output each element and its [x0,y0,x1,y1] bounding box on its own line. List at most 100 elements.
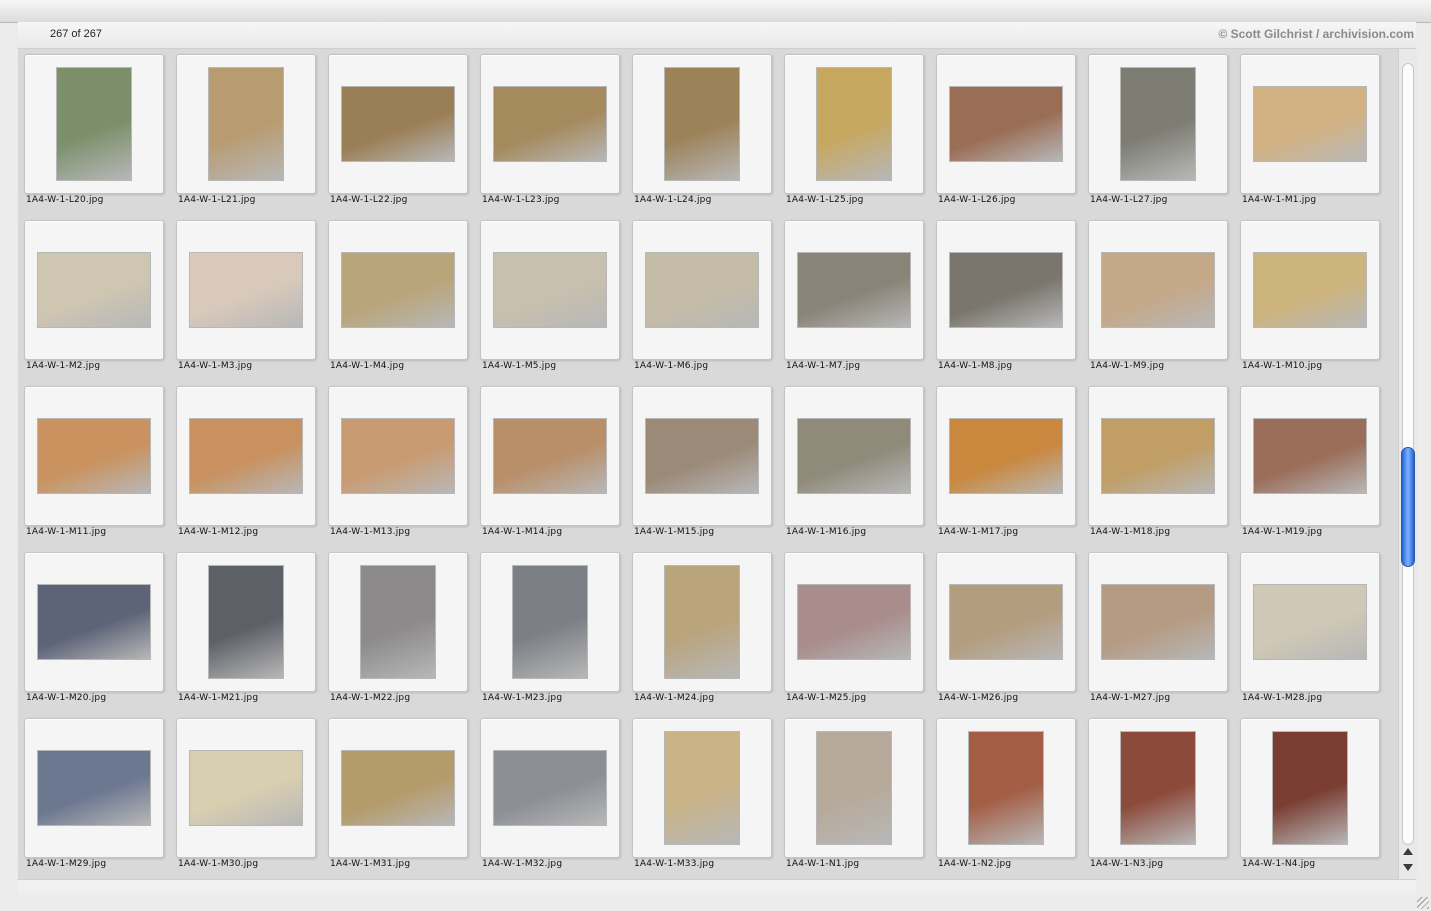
thumbnail-frame[interactable] [632,552,772,692]
thumbnail-image[interactable] [513,566,587,678]
thumbnail-image[interactable] [817,68,891,180]
thumbnail-frame[interactable] [24,718,164,858]
thumbnail-image[interactable] [494,253,606,327]
thumbnail-cell[interactable]: 1A4-W-1-L21.jpg [170,49,322,215]
thumbnail-cell[interactable]: 1A4-W-1-M9.jpg [1082,215,1234,381]
thumbnail-cell[interactable]: 1A4-W-1-N2.jpg [930,713,1082,879]
thumbnail-cell[interactable]: 1A4-W-1-M3.jpg [170,215,322,381]
thumbnail-frame[interactable] [936,54,1076,194]
thumbnail-image[interactable] [798,253,910,327]
thumbnail-image[interactable] [1254,585,1366,659]
scroll-up-icon[interactable] [1403,848,1413,855]
thumbnail-cell[interactable]: 1A4-W-1-M6.jpg [626,215,778,381]
thumbnail-cell[interactable]: 1A4-W-1-M20.jpg [18,547,170,713]
thumbnail-frame[interactable] [480,718,620,858]
thumbnail-cell[interactable]: 1A4-W-1-L22.jpg [322,49,474,215]
thumbnail-cell[interactable]: 1A4-W-1-M26.jpg [930,547,1082,713]
scroll-thumb[interactable] [1401,447,1415,567]
thumbnail-cell[interactable]: 1A4-W-1-M17.jpg [930,381,1082,547]
thumbnail-image[interactable] [1121,732,1195,844]
thumbnail-image[interactable] [342,253,454,327]
thumbnail-cell[interactable]: 1A4-W-1-M24.jpg [626,547,778,713]
thumbnail-image[interactable] [494,751,606,825]
thumbnail-cell[interactable]: 1A4-W-1-L20.jpg [18,49,170,215]
thumbnail-frame[interactable] [24,386,164,526]
thumbnail-frame[interactable] [328,54,468,194]
thumbnail-image[interactable] [342,751,454,825]
thumbnail-image[interactable] [494,419,606,493]
thumbnail-frame[interactable] [1088,54,1228,194]
thumbnail-image[interactable] [1102,585,1214,659]
thumbnail-cell[interactable]: 1A4-W-1-M29.jpg [18,713,170,879]
thumbnail-cell[interactable]: 1A4-W-1-M18.jpg [1082,381,1234,547]
thumbnail-frame[interactable] [480,54,620,194]
thumbnail-cell[interactable]: 1A4-W-1-M23.jpg [474,547,626,713]
thumbnail-image[interactable] [209,566,283,678]
thumbnail-cell[interactable]: 1A4-W-1-M8.jpg [930,215,1082,381]
thumbnail-frame[interactable] [1240,386,1380,526]
thumbnail-image[interactable] [57,68,131,180]
thumbnail-frame[interactable] [328,220,468,360]
thumbnail-frame[interactable] [176,386,316,526]
thumbnail-frame[interactable] [176,220,316,360]
thumbnail-frame[interactable] [1088,718,1228,858]
thumbnail-cell[interactable]: 1A4-W-1-M32.jpg [474,713,626,879]
thumbnail-frame[interactable] [1240,552,1380,692]
thumbnail-frame[interactable] [1088,552,1228,692]
thumbnail-image[interactable] [342,419,454,493]
thumbnail-image[interactable] [361,566,435,678]
thumbnail-frame[interactable] [1240,54,1380,194]
thumbnail-image[interactable] [38,253,150,327]
thumbnail-frame[interactable] [328,386,468,526]
thumbnail-frame[interactable] [1088,220,1228,360]
thumbnail-cell[interactable]: 1A4-W-1-M13.jpg [322,381,474,547]
thumbnail-frame[interactable] [784,386,924,526]
thumbnail-image[interactable] [1273,732,1347,844]
thumbnail-cell[interactable]: 1A4-W-1-M11.jpg [18,381,170,547]
thumbnail-cell[interactable]: 1A4-W-1-M12.jpg [170,381,322,547]
thumbnail-cell[interactable]: 1A4-W-1-N4.jpg [1234,713,1386,879]
thumbnail-frame[interactable] [176,718,316,858]
thumbnail-image[interactable] [1102,253,1214,327]
thumbnail-image[interactable] [646,419,758,493]
thumbnail-frame[interactable] [328,718,468,858]
thumbnail-cell[interactable]: 1A4-W-1-M4.jpg [322,215,474,381]
thumbnail-image[interactable] [798,419,910,493]
thumbnail-frame[interactable] [936,386,1076,526]
resize-handle-icon[interactable] [1417,897,1429,909]
thumbnail-cell[interactable]: 1A4-W-1-M7.jpg [778,215,930,381]
thumbnail-image[interactable] [209,68,283,180]
thumbnail-cell[interactable]: 1A4-W-1-L25.jpg [778,49,930,215]
thumbnail-frame[interactable] [632,718,772,858]
thumbnail-image[interactable] [665,732,739,844]
thumbnail-image[interactable] [1254,87,1366,161]
thumbnail-frame[interactable] [784,220,924,360]
thumbnail-frame[interactable] [1088,386,1228,526]
thumbnail-frame[interactable] [936,552,1076,692]
thumbnail-image[interactable] [1102,419,1214,493]
thumbnail-image[interactable] [646,253,758,327]
thumbnail-image[interactable] [950,253,1062,327]
thumbnail-image[interactable] [342,87,454,161]
thumbnail-cell[interactable]: 1A4-W-1-M33.jpg [626,713,778,879]
thumbnail-cell[interactable]: 1A4-W-1-L24.jpg [626,49,778,215]
thumbnail-cell[interactable]: 1A4-W-1-M14.jpg [474,381,626,547]
thumbnail-frame[interactable] [784,552,924,692]
thumbnail-image[interactable] [950,87,1062,161]
thumbnail-frame[interactable] [632,386,772,526]
thumbnail-image[interactable] [190,253,302,327]
thumbnail-frame[interactable] [24,552,164,692]
thumbnail-frame[interactable] [632,54,772,194]
thumbnail-cell[interactable]: 1A4-W-1-M1.jpg [1234,49,1386,215]
thumbnail-cell[interactable]: 1A4-W-1-M30.jpg [170,713,322,879]
thumbnail-frame[interactable] [1240,718,1380,858]
thumbnail-cell[interactable]: 1A4-W-1-M15.jpg [626,381,778,547]
thumbnail-cell[interactable]: 1A4-W-1-N3.jpg [1082,713,1234,879]
thumbnail-frame[interactable] [936,718,1076,858]
thumbnail-frame[interactable] [176,54,316,194]
scroll-down-icon[interactable] [1403,864,1413,871]
thumbnail-image[interactable] [38,585,150,659]
thumbnail-cell[interactable]: 1A4-W-1-M16.jpg [778,381,930,547]
thumbnail-image[interactable] [1254,419,1366,493]
thumbnail-image[interactable] [798,585,910,659]
